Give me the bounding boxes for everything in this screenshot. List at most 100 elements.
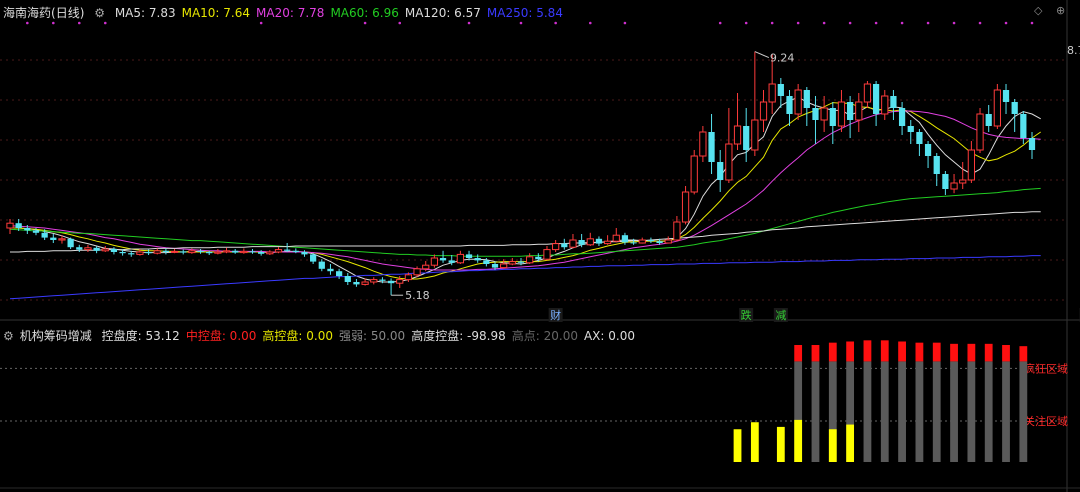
candle-body [119, 252, 126, 254]
sub-bar-gray [984, 361, 993, 462]
candle-body [1020, 114, 1027, 138]
candle-body [310, 254, 317, 262]
sub-bar-red [967, 343, 976, 362]
ma-line-ma120 [10, 211, 1041, 253]
sub-bar-gray [932, 361, 941, 462]
sub-bar-gray [898, 361, 906, 462]
candle-body [768, 83, 776, 103]
signal-dot [26, 21, 29, 25]
candle-body [240, 250, 248, 254]
candle-body [404, 274, 413, 281]
candle-body [153, 250, 161, 254]
sub-bar-red [811, 345, 820, 362]
candle-body [638, 239, 646, 244]
candle-body [284, 249, 291, 251]
candle-body [664, 239, 672, 244]
candle-body [535, 256, 542, 260]
candle-body [950, 182, 958, 190]
candle-body [1002, 90, 1010, 102]
signal-dot [519, 21, 523, 25]
candle-body [881, 95, 889, 115]
candle-body [595, 238, 603, 244]
sub-bar-gray [1019, 361, 1028, 462]
sub-bar-red [846, 341, 855, 362]
candle-body [517, 261, 525, 263]
candle-body [603, 240, 612, 245]
signal-dot [398, 21, 402, 25]
candle-body [855, 101, 863, 121]
signal-dot [467, 21, 471, 25]
candle-body [396, 279, 404, 284]
candle-body [898, 108, 906, 126]
candle-body [301, 252, 308, 255]
candle-body [759, 101, 768, 121]
candle-body [24, 228, 31, 231]
candle-body [145, 252, 152, 254]
candle-body [508, 261, 516, 265]
candle-body [985, 114, 992, 126]
candle-body [569, 239, 577, 248]
candle-body [6, 222, 14, 229]
candle-body [751, 119, 759, 151]
signal-dot [1030, 21, 1034, 25]
candle-body [67, 238, 74, 248]
signal-dot [874, 21, 878, 25]
candle-body [803, 90, 810, 108]
sub-bar-gray [1002, 361, 1010, 462]
candle-body [733, 125, 742, 145]
sub-bar-yellow [846, 424, 855, 462]
chart-canvas: 9.245.18财跌减涨跌解疯狂区域关注区域 [0, 0, 1080, 492]
candle-body [837, 101, 846, 127]
candle-body [41, 232, 48, 238]
zone-label-lower: 关注区域 [1024, 414, 1068, 428]
candle-body [491, 264, 499, 268]
sub-bar-red [932, 342, 941, 362]
candle-body [500, 263, 508, 269]
sub-bar-yellow [733, 429, 742, 462]
candle-body [621, 235, 629, 243]
signal-dot [623, 21, 627, 25]
signal-dot [259, 21, 263, 25]
candle-body [578, 240, 585, 245]
candle-body [413, 268, 421, 276]
signal-dot [744, 21, 748, 25]
sub-bar-red [794, 345, 803, 362]
candle-body [318, 261, 325, 269]
high-annotation: 9.24 [770, 52, 795, 65]
candle-body [474, 258, 481, 261]
candle-body [249, 251, 256, 253]
sub-bar-yellow [794, 419, 803, 462]
candle-body [777, 84, 784, 96]
candle-body [863, 83, 872, 103]
candle-body [1011, 102, 1018, 114]
candle-body [717, 162, 724, 180]
candle-body [32, 230, 40, 233]
candle-body [725, 143, 733, 181]
signal-dot [718, 21, 722, 25]
signal-dot [1004, 21, 1008, 25]
ma-line-ma20 [9, 110, 1041, 271]
signal-dot [770, 21, 774, 25]
sub-bar-red [950, 343, 958, 362]
candle-body [890, 96, 897, 108]
signal-dot [52, 21, 55, 25]
candle-body [76, 247, 83, 250]
event-label: 财 [550, 308, 561, 322]
candle-body [924, 144, 932, 156]
candle-body [483, 260, 490, 264]
candle-body [847, 102, 854, 120]
candle-body [84, 247, 92, 251]
candle-body [232, 250, 239, 253]
candle-body [361, 281, 369, 285]
candle-body [933, 156, 940, 174]
sub-bar-gray [880, 361, 889, 462]
candle-body [612, 234, 620, 242]
signal-dot [77, 21, 81, 25]
signal-dot [363, 21, 367, 25]
candle-body [128, 253, 135, 255]
sub-bar-yellow [750, 422, 759, 462]
candle-body [586, 238, 594, 246]
sub-bar-red [828, 342, 837, 362]
candle-body [829, 108, 836, 126]
candle-body [1028, 138, 1036, 150]
